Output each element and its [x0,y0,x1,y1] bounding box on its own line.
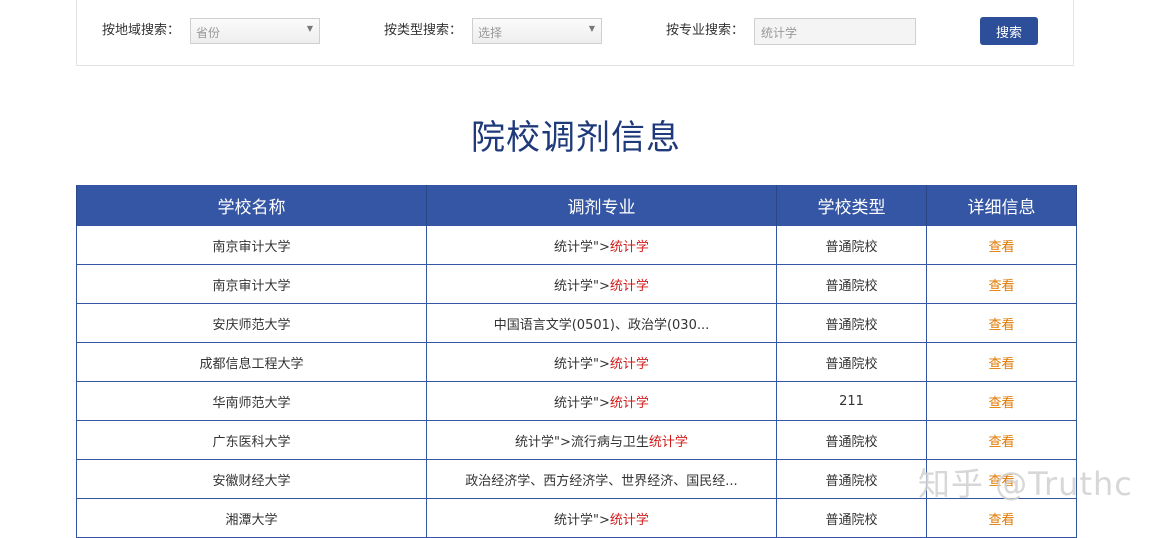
major-highlight: 统计学 [609,395,649,411]
detail-cell: 查看 [926,303,1077,343]
type-search-label: 按类型搜索： [384,23,463,38]
major-text: 统计学"> [554,239,610,255]
school-name: 广东医科大学 [76,420,427,460]
view-detail-link[interactable]: 查看 [988,318,1014,333]
major-text: 统计学"> [554,512,610,528]
search-panel: 按地域搜索： 省份 ▼ 按类型搜索： 选择 ▼ 按专业搜索： 统计学 搜索 [76,0,1074,66]
view-detail-link[interactable]: 查看 [988,435,1014,450]
school-type: 普通院校 [776,264,927,304]
major-cell: 政治经济学、西方经济学、世界经济、国民经... [426,459,777,499]
detail-cell: 查看 [926,420,1077,460]
column-header-major: 调剂专业 [426,185,777,226]
table-row: 南京审计大学 统计学">统计学 普通院校 查看 [76,225,1077,265]
table-row: 华南师范大学 统计学">统计学 211 查看 [76,381,1077,421]
school-type: 普通院校 [776,498,927,538]
school-type: 普通院校 [776,420,927,460]
zhihu-watermark: 知乎 @Truthc [918,465,1133,503]
view-detail-link[interactable]: 查看 [988,240,1014,255]
detail-cell: 查看 [926,225,1077,265]
major-highlight: 统计学 [648,434,688,450]
school-name: 湘潭大学 [76,498,427,538]
major-highlight: 统计学 [609,512,649,528]
view-detail-link[interactable]: 查看 [988,357,1014,372]
school-type: 普通院校 [776,342,927,382]
school-name: 安庆师范大学 [76,303,427,343]
detail-cell: 查看 [926,342,1077,382]
major-text: 中国语言文学(0501)、政治学(030... [493,317,710,333]
major-text: 统计学"> [554,278,610,294]
detail-cell: 查看 [926,381,1077,421]
school-name: 安徽财经大学 [76,459,427,499]
view-detail-link[interactable]: 查看 [988,279,1014,294]
major-cell: 中国语言文学(0501)、政治学(030... [426,303,777,343]
table-row: 南京审计大学 统计学">统计学 普通院校 查看 [76,264,1077,304]
school-name: 成都信息工程大学 [76,342,427,382]
type-select[interactable]: 选择 ▼ [472,18,602,44]
table-row: 成都信息工程大学 统计学">统计学 普通院校 查看 [76,342,1077,382]
major-text: 统计学"> [554,356,610,372]
major-cell: 统计学">统计学 [426,264,777,304]
major-cell: 统计学">统计学 [426,342,777,382]
view-detail-link[interactable]: 查看 [988,396,1014,411]
page-title: 院校调剂信息 [471,118,681,158]
detail-cell: 查看 [926,264,1077,304]
column-header-type: 学校类型 [776,185,927,226]
school-name: 南京审计大学 [76,225,427,265]
search-button[interactable]: 搜索 [980,17,1038,45]
table-header-row: 学校名称 调剂专业 学校类型 详细信息 [76,185,1077,226]
view-detail-link[interactable]: 查看 [988,513,1014,528]
column-header-school: 学校名称 [76,185,427,226]
school-type: 211 [776,381,927,421]
major-cell: 统计学">统计学 [426,498,777,538]
column-header-detail: 详细信息 [926,185,1077,226]
table-row: 安庆师范大学 中国语言文学(0501)、政治学(030... 普通院校 查看 [76,303,1077,343]
region-search-label: 按地域搜索： [102,23,181,38]
major-cell: 统计学">统计学 [426,225,777,265]
major-highlight: 统计学 [609,278,649,294]
school-name: 华南师范大学 [76,381,427,421]
major-text: 政治经济学、西方经济学、世界经济、国民经... [465,473,738,489]
chevron-down-icon: ▼ [588,24,595,33]
province-select[interactable]: 省份 ▼ [190,18,320,44]
major-cell: 统计学">流行病与卫生统计学 [426,420,777,460]
major-text: 统计学">流行病与卫生 [515,434,649,450]
major-search-label: 按专业搜索： [666,23,745,38]
province-select-value: 省份 [196,26,221,40]
school-type: 普通院校 [776,303,927,343]
major-search-input[interactable]: 统计学 [754,18,916,45]
school-type: 普通院校 [776,459,927,499]
major-highlight: 统计学 [609,239,649,255]
major-cell: 统计学">统计学 [426,381,777,421]
table-row: 广东医科大学 统计学">流行病与卫生统计学 普通院校 查看 [76,420,1077,460]
chevron-down-icon: ▼ [306,24,313,33]
major-text: 统计学"> [554,395,610,411]
major-highlight: 统计学 [609,356,649,372]
type-select-value: 选择 [478,26,503,40]
school-type: 普通院校 [776,225,927,265]
school-name: 南京审计大学 [76,264,427,304]
